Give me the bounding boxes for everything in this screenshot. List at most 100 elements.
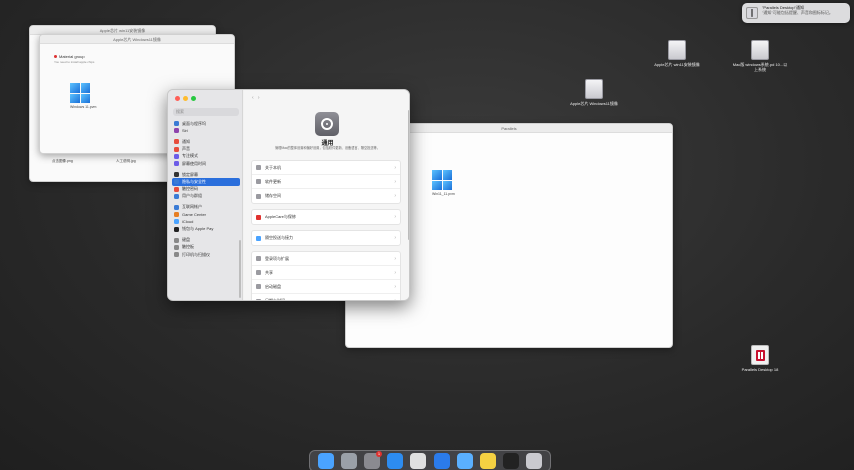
desktop-item-win11-installer[interactable]: Apple芯片 win11安装镜像 <box>649 40 705 67</box>
sidebar-item-label: 打印机与扫描仪 <box>182 251 210 257</box>
sidebar-scrollbar[interactable] <box>239 240 241 298</box>
dock: 1 <box>309 450 551 470</box>
group-title: Material group <box>40 44 234 59</box>
sidebar-item-label: 键盘 <box>182 237 190 243</box>
settings-row[interactable]: 关于本机 › <box>252 161 400 175</box>
row-icon <box>256 235 261 241</box>
sidebar-item-icon <box>174 128 179 134</box>
sidebar-item-label: 触控密码 <box>182 186 198 192</box>
notification-banner[interactable]: ∥ "Parallels Desktop"通知 "通知"可能包括提醒、声音和图标… <box>742 3 850 23</box>
sidebar-item[interactable]: 专注模式 <box>172 153 240 160</box>
settings-row[interactable]: AppleCare与保修 › <box>252 210 400 224</box>
sidebar-item[interactable]: 互联网帐户 <box>172 204 240 211</box>
content-scrollbar[interactable] <box>408 110 409 240</box>
settings-row[interactable]: 软件更新 › <box>252 175 400 189</box>
sidebar-item[interactable]: 通知 <box>172 138 240 145</box>
sidebar-item[interactable]: 声音 <box>172 146 240 153</box>
row-icon <box>256 270 261 275</box>
row-label: 登录项与扩展 <box>265 255 289 261</box>
close-button[interactable] <box>175 96 180 101</box>
sidebar-item[interactable]: Siri <box>172 127 240 134</box>
desktop-item-win11-image[interactable]: Apple芯片 Windows11镜像 <box>566 79 622 106</box>
sidebar-item[interactable]: 钱包与 Apple Pay <box>172 225 240 232</box>
sidebar-item-icon <box>174 212 179 218</box>
safari-icon[interactable] <box>387 453 404 469</box>
chevron-right-icon: › <box>394 283 396 290</box>
sidebar-item-icon <box>174 244 179 250</box>
windows-logo-icon <box>70 83 90 103</box>
row-icon <box>256 298 261 300</box>
sidebar-item-icon <box>174 121 179 127</box>
sidebar-item-icon <box>174 186 179 192</box>
sidebar-item[interactable]: 隐私与安全性 <box>172 178 240 186</box>
sidebar-list: 桌面与程序坞 Siri 通知 声音 专注模式 屏幕使用时间 锁定屏幕 隐私与安全性 触控密码 用户… <box>172 120 240 258</box>
app-store-icon[interactable] <box>433 453 450 469</box>
sidebar-item[interactable]: Game Center <box>172 211 240 218</box>
nav-arrows[interactable]: ‹ › <box>252 95 260 101</box>
sidebar-item[interactable]: 触控板 <box>172 244 240 251</box>
settings-row[interactable]: 日期与时间 › <box>252 294 400 300</box>
settings-row[interactable]: 登录项与扩展 › <box>252 252 400 266</box>
settings-row[interactable]: 储存空间 › <box>252 189 400 203</box>
settings-row[interactable]: 启动磁盘 › <box>252 280 400 294</box>
settings-group: 隔空投送与接力 › <box>251 230 401 246</box>
row-icon <box>256 193 261 199</box>
notification-body: "通知"可能包括提醒、声音和图标标记。 <box>762 10 833 15</box>
sidebar-item[interactable]: iCloud <box>172 218 240 225</box>
chevron-right-icon: › <box>394 178 396 185</box>
chevron-right-icon: › <box>394 193 396 199</box>
launchpad-icon[interactable] <box>340 453 357 469</box>
settings-row[interactable]: 共享 › <box>252 266 400 280</box>
sidebar-item-icon <box>174 153 179 159</box>
chrome-icon[interactable] <box>410 453 427 469</box>
parallels-app-icon <box>751 345 769 365</box>
sidebar-item[interactable]: 用户与群组 <box>172 193 240 200</box>
vm-file[interactable]: Win11_11.pvm <box>432 170 455 196</box>
windows-logo-icon <box>432 170 452 190</box>
sidebar-item-label: 专注模式 <box>182 153 198 159</box>
sidebar-item-label: 锁定屏幕 <box>182 171 198 177</box>
row-icon <box>256 214 261 220</box>
sidebar-item-label: Siri <box>182 128 188 134</box>
desktop-item-parallels-desktop[interactable]: Parallels Desktop 18 <box>732 345 788 372</box>
sidebar-item-label: 声音 <box>182 146 190 152</box>
gear-icon <box>315 112 339 136</box>
sidebar-item[interactable]: 打印机与扫描仪 <box>172 251 240 258</box>
sidebar-item[interactable]: 屏幕使用时间 <box>172 160 240 167</box>
sidebar-item-icon <box>174 237 179 243</box>
settings-group: 登录项与扩展 › 共享 › 启动磁盘 › 日期与时间 › <box>251 251 401 300</box>
notes-icon[interactable] <box>479 453 496 469</box>
row-label: 关于本机 <box>265 164 281 170</box>
row-label: 软件更新 <box>265 178 281 184</box>
vm-file[interactable]: Windows 11.pvm <box>70 83 96 109</box>
sidebar-item-label: 屏幕使用时间 <box>182 160 206 166</box>
system-settings-window[interactable]: 搜索 桌面与程序坞 Siri 通知 声音 专注模式 屏幕使用时间 锁定屏幕 隐私与安全性 触控密… <box>167 89 410 301</box>
trash-icon[interactable] <box>526 453 543 469</box>
sidebar-item-label: 互联网帐户 <box>182 204 202 210</box>
desktop-item-mac-windows-system[interactable]: Mac版 windows系统.pd 10...以上系统 <box>732 40 788 72</box>
sidebar-item-icon <box>174 204 179 210</box>
sidebar-item[interactable]: 锁定屏幕 <box>172 171 240 178</box>
sidebar-item-icon <box>174 161 179 167</box>
settings-groups: 关于本机 › 软件更新 › 储存空间 › AppleCare与保修 › 隔空投送与接力 › 登录项与… <box>251 160 401 300</box>
zoom-button[interactable] <box>191 96 196 101</box>
sidebar-item-label: 桌面与程序坞 <box>182 120 206 126</box>
terminal-icon[interactable] <box>503 453 520 469</box>
finder-icon[interactable] <box>317 453 334 469</box>
sidebar-item[interactable]: 桌面与程序坞 <box>172 120 240 127</box>
settings-row[interactable]: 隔空投送与接力 › <box>252 231 400 245</box>
file-label: 人工说明.jpg <box>116 159 136 163</box>
file-label: 点击图像.png <box>52 159 73 163</box>
search-input[interactable]: 搜索 <box>173 108 239 116</box>
row-label: 储存空间 <box>265 193 281 198</box>
row-label: AppleCare与保修 <box>265 214 296 219</box>
system-settings-icon[interactable]: 1 <box>363 451 382 469</box>
minimize-button[interactable] <box>183 96 188 101</box>
sidebar-item[interactable]: 键盘 <box>172 237 240 244</box>
disk-image-icon <box>751 40 769 60</box>
sidebar-item-label: Game Center <box>182 212 207 218</box>
sidebar-item[interactable]: 触控密码 <box>172 186 240 193</box>
parallels-icon[interactable] <box>456 453 473 469</box>
sidebar-item-label: 隐私与安全性 <box>182 178 206 184</box>
chevron-right-icon: › <box>394 214 396 220</box>
